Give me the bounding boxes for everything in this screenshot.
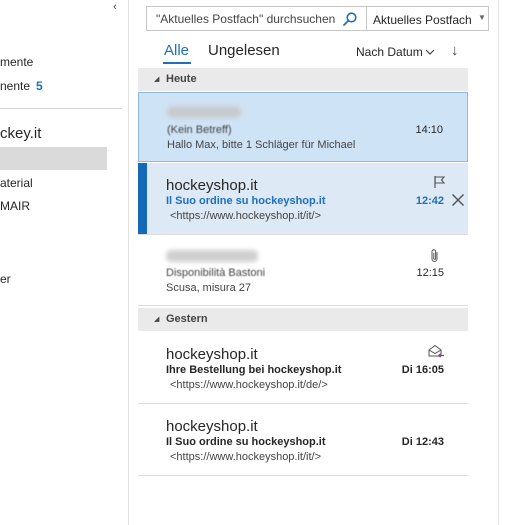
folder-item-mair[interactable]: MAIR [0, 199, 30, 213]
mail-item[interactable]: hockeyshop.it Ihre Bestellung bei hockey… [138, 332, 468, 404]
mail-preview: Hallo Max, bitte 1 Schläger für Michael [167, 139, 356, 151]
mail-subject: Il Suo ordine su hockeyshop.it [166, 436, 326, 448]
collapse-triangle-icon[interactable]: ◢ [154, 315, 159, 323]
folder-item-material[interactable]: aterial [0, 176, 33, 190]
group-header-today[interactable]: ◢ Heute [138, 68, 468, 91]
folder-item-2[interactable]: nente 5 [0, 79, 43, 93]
chevron-down-icon[interactable] [425, 47, 435, 59]
folder-item-1[interactable]: mente [0, 55, 33, 69]
sort-direction-arrow-icon[interactable]: ↓ [451, 42, 459, 59]
mail-item[interactable]: (Kein Betreff) Hallo Max, bitte 1 Schläg… [138, 92, 468, 162]
selection-accent-bar [138, 163, 147, 235]
tab-all[interactable]: Alle [164, 42, 189, 59]
folder-label: aterial [0, 176, 33, 190]
mail-item[interactable]: hockeyshop.it Il Suo ordine su hockeysho… [138, 163, 468, 235]
pane-divider [498, 0, 499, 525]
mail-preview: <https://www.hockeyshop.it/it/> [170, 451, 322, 463]
divider [138, 475, 468, 476]
redacted-sender [166, 250, 258, 262]
paperclip-icon [431, 249, 438, 262]
folder-label: er [0, 272, 11, 286]
sort-by-dropdown[interactable]: Nach Datum [356, 45, 423, 59]
flag-icon[interactable] [433, 175, 447, 189]
folder-label: MAIR [0, 199, 30, 213]
group-header-yesterday[interactable]: ◢ Gestern [138, 308, 468, 331]
mail-subject: Disponibilità Bastoni [166, 267, 266, 279]
group-label: Gestern [166, 313, 208, 325]
chevron-down-icon: ▼ [478, 13, 486, 22]
active-tab-underline [163, 62, 191, 64]
divider [138, 305, 468, 306]
unread-count-badge: 5 [36, 79, 43, 93]
mail-sender: hockeyshop.it [166, 177, 258, 194]
redacted-sender [167, 106, 241, 118]
mail-item[interactable]: Disponibilità Bastoni Scusa, misura 27 1… [138, 235, 468, 306]
mail-sender: hockeyshop.it [166, 418, 258, 435]
mail-preview: <https://www.hockeyshop.it/de/> [170, 379, 328, 391]
mail-sender: hockeyshop.it [166, 346, 258, 363]
mail-preview: <https://www.hockeyshop.it/it/> [170, 210, 322, 222]
folder-item-er[interactable]: er [0, 272, 11, 286]
mail-time: Di 16:05 [401, 364, 444, 376]
mail-subject: Ihre Bestellung bei hockeyshop.it [166, 364, 342, 376]
search-scope-dropdown[interactable]: Aktuelles Postfach ▼ [367, 6, 489, 31]
tab-unread[interactable]: Ungelesen [208, 42, 280, 59]
mail-time: 12:42 [415, 195, 444, 207]
search-input[interactable] [147, 7, 340, 30]
search-scope-label: Aktuelles Postfach [373, 13, 472, 27]
mail-item[interactable]: hockeyshop.it Il Suo ordine su hockeysho… [138, 404, 468, 476]
collapse-triangle-icon[interactable]: ◢ [154, 75, 159, 83]
mail-subject: (Kein Betreff) [167, 124, 232, 136]
mail-time: 14:10 [415, 124, 443, 136]
group-label: Heute [166, 73, 197, 85]
reply-envelope-icon [428, 344, 444, 358]
search-icon[interactable] [342, 11, 358, 27]
search-box[interactable] [146, 6, 367, 31]
folder-label: mente [0, 55, 34, 69]
mail-preview: Scusa, misura 27 [166, 282, 251, 294]
folder-item-selected[interactable] [0, 147, 107, 170]
delete-icon[interactable] [451, 193, 465, 207]
collapse-pane-chevron-icon[interactable]: ‹ [108, 0, 122, 14]
mail-time: Di 12:43 [401, 436, 444, 448]
folder-divider [0, 108, 122, 109]
folder-label: nente [0, 79, 31, 93]
account-name[interactable]: ckey.it [0, 125, 41, 142]
mail-time: 12:15 [416, 267, 444, 279]
folder-pane: ‹ mente nente 5 ckey.it aterial MAIR er [0, 0, 129, 525]
mail-subject: Il Suo ordine su hockeyshop.it [166, 195, 326, 207]
